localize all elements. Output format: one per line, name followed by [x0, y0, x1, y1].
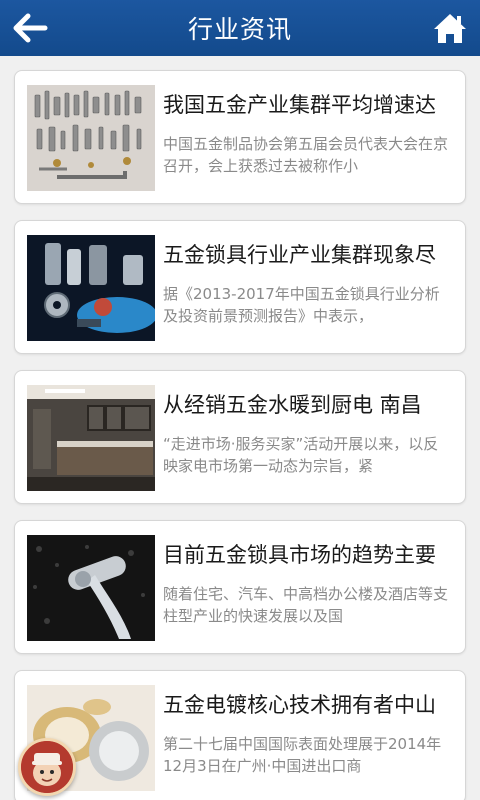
- news-summary: 中国五金制品协会第五届会员代表大会在京召开，会上获悉过去被称作小: [163, 135, 449, 175]
- news-summary: 据《2013-2017年中国五金锁具行业分析及投资前景预测报告》中表示，: [163, 285, 440, 325]
- kitchen-image: [27, 385, 155, 491]
- news-title: 我国五金产业集群平均增速达: [163, 93, 436, 117]
- hardware-bolts-image: [27, 85, 155, 191]
- news-title: 五金锁具行业产业集群现象尽: [163, 243, 436, 267]
- news-summary: “走进市场·服务买家”活动开展以来，以反映家电市场第一动态为宗旨，紧: [163, 435, 439, 475]
- mascot-icon: [21, 741, 73, 793]
- news-card[interactable]: 目前五金锁具市场的趋势主要 随着住宅、汽车、中高档办公楼及酒店等支柱型产业的快速…: [14, 520, 466, 654]
- news-card[interactable]: 我国五金产业集群平均增速达 中国五金制品协会第五届会员代表大会在京召开，会上获悉…: [14, 70, 466, 204]
- floating-avatar-button[interactable]: [18, 738, 76, 796]
- page-title: 行业资讯: [187, 15, 292, 44]
- back-button[interactable]: [10, 10, 50, 46]
- news-summary: 第二十七届中国国际表面处理展于2014年12月3日在广州·中国进出口商: [163, 735, 442, 775]
- back-arrow-icon: [13, 13, 48, 43]
- metal-parts-image: [27, 235, 155, 341]
- news-card[interactable]: 五金锁具行业产业集群现象尽 据《2013-2017年中国五金锁具行业分析及投资前…: [14, 220, 466, 354]
- news-list[interactable]: 我国五金产业集群平均增速达 中国五金制品协会第五届会员代表大会在京召开，会上获悉…: [0, 56, 480, 800]
- news-summary: 随着住宅、汽车、中高档办公楼及酒店等支柱型产业的快速发展以及国: [163, 585, 449, 625]
- news-card[interactable]: 从经销五金水暖到厨电 南昌 “走进市场·服务买家”活动开展以来，以反映家电市场第…: [14, 370, 466, 504]
- home-icon: [434, 14, 466, 43]
- home-button[interactable]: [430, 8, 470, 48]
- door-handle-image: [27, 535, 155, 641]
- news-title: 从经销五金水暖到厨电 南昌: [163, 393, 422, 417]
- news-card[interactable]: 五金电镀核心技术拥有者中山 第二十七届中国国际表面处理展于2014年12月3日在…: [14, 670, 466, 800]
- news-title: 目前五金锁具市场的趋势主要: [163, 543, 436, 567]
- news-title: 五金电镀核心技术拥有者中山: [163, 693, 436, 717]
- app-header: 行业资讯: [0, 0, 480, 56]
